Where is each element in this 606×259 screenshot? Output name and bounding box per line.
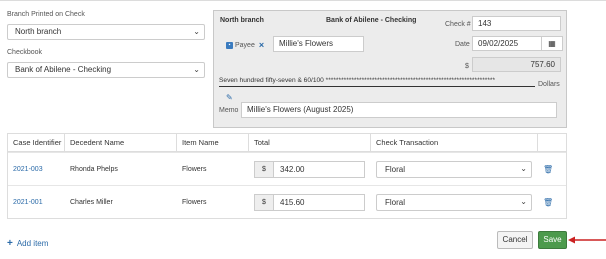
item-name: Flowers xyxy=(182,165,207,173)
add-item-link[interactable]: + Add item xyxy=(7,238,48,249)
transaction-select[interactable]: Floral ⌄ xyxy=(376,193,532,211)
check-number-label: Check # xyxy=(445,21,471,28)
case-link[interactable]: 2021-001 xyxy=(13,199,43,206)
arrow-annotation-icon xyxy=(568,236,606,244)
checkbook-label: Checkbook xyxy=(7,49,43,56)
date-label: Date xyxy=(455,41,470,48)
amount-field: 757.60 xyxy=(472,57,561,72)
total-input-group: $ 342.00 xyxy=(254,160,365,178)
amount-in-words: Seven hundred fifty-seven & 60/100 *****… xyxy=(219,77,496,84)
decedent-name: Rhonda Phelps xyxy=(70,165,118,173)
save-button[interactable]: Save xyxy=(538,231,567,249)
currency-addon: $ xyxy=(254,193,274,211)
check-number-input[interactable]: 143 xyxy=(472,16,561,31)
checkbook-select-value: Bank of Abilene - Checking xyxy=(15,65,112,74)
date-value: 09/02/2025 xyxy=(478,39,519,48)
branch-select[interactable]: North branch ⌄ xyxy=(7,24,205,40)
chevron-down-icon: ⌄ xyxy=(193,65,200,74)
total-input[interactable]: 415.60 xyxy=(274,193,365,211)
cancel-button[interactable]: Cancel xyxy=(497,231,533,249)
total-input-group: $ 415.60 xyxy=(254,193,365,211)
memo-input[interactable]: Millie's Flowers (August 2025) xyxy=(241,102,557,118)
amount-currency: $ xyxy=(465,63,469,70)
table-row: 2021-003 Rhonda Phelps Flowers $ 342.00 … xyxy=(8,152,566,185)
check-branch: North branch xyxy=(220,17,264,24)
plus-icon: + xyxy=(7,238,13,249)
decedent-name: Charles Miller xyxy=(70,198,113,206)
trash-icon[interactable]: 🗑 xyxy=(543,165,553,174)
payee-label: Payee xyxy=(235,41,255,49)
remove-payee-icon[interactable]: × xyxy=(259,40,264,50)
check-preview: North branch Bank of Abilene - Checking … xyxy=(213,10,567,128)
transaction-select[interactable]: Floral ⌄ xyxy=(376,160,532,178)
table-header: Case Identifier Decedent Name Item Name … xyxy=(8,134,566,152)
total-input[interactable]: 342.00 xyxy=(274,160,365,178)
item-name: Flowers xyxy=(182,198,207,206)
branch-label: Branch Printed on Check xyxy=(7,11,85,18)
checkbook-select[interactable]: Bank of Abilene - Checking ⌄ xyxy=(7,62,205,78)
check-bank: Bank of Abilene - Checking xyxy=(326,17,417,24)
header-case-identifier: Case Identifier xyxy=(8,134,65,151)
currency-addon: $ xyxy=(254,160,274,178)
header-actions xyxy=(538,134,566,151)
payee-input[interactable]: Millie's Flowers xyxy=(273,36,364,52)
transaction-value: Floral xyxy=(385,164,406,174)
add-item-label: Add item xyxy=(16,239,49,248)
chevron-down-icon: ⌄ xyxy=(520,196,527,206)
trash-icon[interactable]: 🗑 xyxy=(543,198,553,207)
payee-tag: ▪ Payee × xyxy=(226,40,264,50)
calendar-icon[interactable]: ▦ xyxy=(541,36,562,51)
header-decedent-name: Decedent Name xyxy=(65,134,177,151)
transaction-value: Floral xyxy=(385,197,406,207)
memo-label: Memo xyxy=(219,107,239,114)
items-table: Case Identifier Decedent Name Item Name … xyxy=(7,133,567,219)
chevron-down-icon: ⌄ xyxy=(520,163,527,173)
case-link[interactable]: 2021-003 xyxy=(13,166,43,173)
pencil-icon[interactable]: ✎ xyxy=(226,93,233,102)
table-row: 2021-001 Charles Miller Flowers $ 415.60… xyxy=(8,185,566,218)
header-item-name: Item Name xyxy=(177,134,249,151)
dollars-label: Dollars xyxy=(538,81,560,88)
header-total: Total xyxy=(249,134,371,151)
chevron-down-icon: ⌄ xyxy=(193,27,200,36)
amount-underline xyxy=(219,86,535,87)
branch-select-value: North branch xyxy=(15,27,62,36)
payee-badge-icon: ▪ xyxy=(226,41,233,49)
header-check-transaction: Check Transaction xyxy=(371,134,538,151)
top-divider xyxy=(0,0,606,1)
